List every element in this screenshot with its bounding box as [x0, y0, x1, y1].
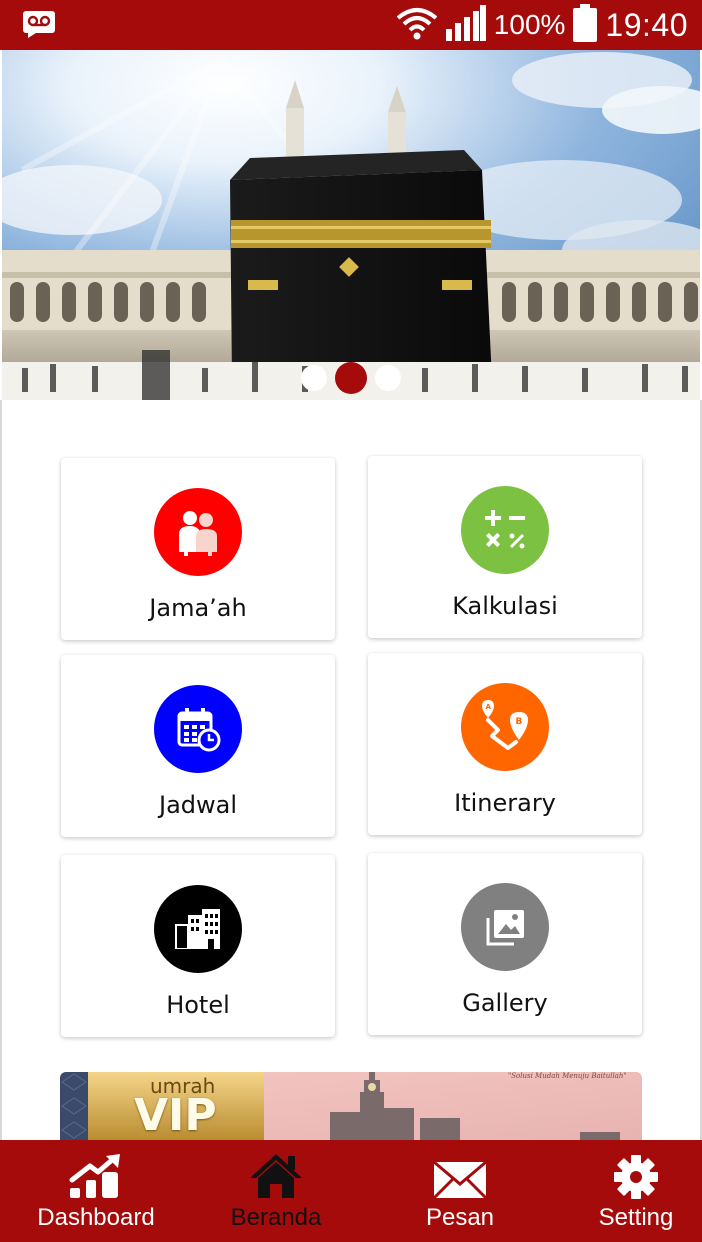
carousel-dot-2-active[interactable] [335, 362, 367, 394]
nav-label-setting: Setting [598, 1204, 674, 1231]
calculator-icon [461, 486, 549, 574]
nav-setting[interactable]: Setting [584, 1140, 688, 1242]
carousel-dot-3[interactable] [375, 365, 401, 391]
nav-label-dashboard: Dashboard [37, 1204, 155, 1231]
menu-label-kalkulasi: Kalkulasi [452, 592, 558, 620]
nav-label-pesan: Pesan [425, 1204, 495, 1231]
menu-card-jadwal[interactable]: Jadwal [61, 655, 335, 837]
nav-beranda[interactable]: Beranda [220, 1140, 332, 1242]
menu-label-hotel: Hotel [166, 991, 230, 1019]
carousel-dot-1[interactable] [301, 365, 327, 391]
menu-label-gallery: Gallery [462, 989, 548, 1017]
menu-label-itinerary: Itinerary [454, 789, 556, 817]
carousel-indicator [0, 362, 702, 394]
menu-card-gallery[interactable]: Gallery [368, 853, 642, 1035]
wifi-icon [396, 6, 438, 45]
svg-text:A: A [486, 703, 492, 711]
battery-icon [573, 3, 598, 47]
chart-up-icon [68, 1140, 124, 1204]
people-icon [154, 488, 242, 576]
status-bar: 100% 19:40 [0, 0, 702, 50]
menu-card-jamaah[interactable]: Jama’ah [61, 458, 335, 640]
route-icon: A B [461, 683, 549, 771]
svg-text:B: B [516, 717, 523, 727]
nav-label-beranda: Beranda [230, 1204, 322, 1231]
nav-pesan[interactable]: Pesan [404, 1140, 516, 1242]
calendar-icon [154, 685, 242, 773]
hero-carousel[interactable] [2, 50, 700, 400]
menu-card-hotel[interactable]: Hotel [61, 855, 335, 1037]
menu-label-jamaah: Jama’ah [149, 594, 247, 622]
clock: 19:40 [605, 6, 688, 43]
hero-image [2, 50, 700, 400]
home-icon [248, 1140, 304, 1204]
battery-percent: 100% [493, 9, 566, 40]
signal-icon [445, 4, 486, 46]
gear-icon [613, 1140, 659, 1204]
menu-card-kalkulasi[interactable]: Kalkulasi [368, 456, 642, 638]
nav-dashboard[interactable]: Dashboard [28, 1140, 164, 1242]
bottom-navigation: Dashboard Beranda Pesan Setting [0, 1140, 702, 1242]
promo-banner[interactable]: umrah VIP "Solusi Mudah Menuju Baitullah… [60, 1072, 642, 1142]
building-icon [154, 885, 242, 973]
promo-brand-main: VIP [134, 1090, 217, 1141]
gallery-icon [461, 883, 549, 971]
menu-label-jadwal: Jadwal [158, 791, 238, 819]
promo-tagline: "Solusi Mudah Menuju Baitullah" [508, 1072, 627, 1080]
mail-icon [432, 1140, 488, 1204]
voicemail-icon [22, 10, 56, 38]
menu-card-itinerary[interactable]: A B Itinerary [368, 653, 642, 835]
